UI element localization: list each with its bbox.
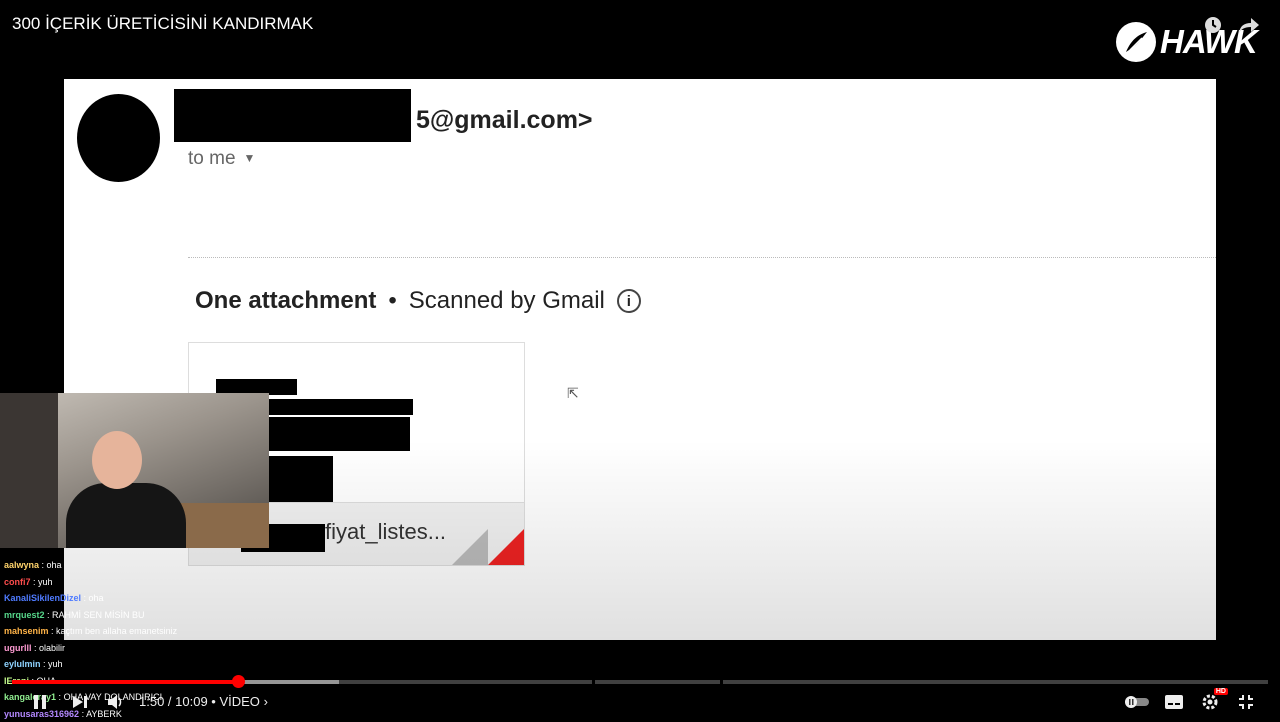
time-display: 1:50 / 10:09 • VİDEO › (139, 694, 268, 709)
chat-separator: : (49, 626, 57, 636)
chat-text: RAHMİ SEN MİSİN BU (52, 610, 145, 620)
autoplay-toggle-icon[interactable] (1123, 691, 1151, 713)
progress-scrubber[interactable] (232, 675, 245, 688)
background-shelf (0, 393, 58, 548)
captions-icon[interactable] (1162, 691, 1186, 713)
share-icon[interactable] (1236, 12, 1262, 38)
sender-avatar (77, 94, 160, 182)
progress-played (12, 680, 238, 684)
chat-text: kaçtım ben allaha emanetsiniz (56, 626, 177, 636)
chat-message: eylulmin : yuh (4, 656, 177, 673)
chat-username: confi7 (4, 577, 31, 587)
time-elapsed: 1:50 / 10:09 (139, 694, 208, 709)
chat-text: yuh (48, 659, 63, 669)
volume-icon[interactable] (104, 690, 128, 714)
page-fold-shadow (452, 529, 488, 565)
chat-separator: : (41, 659, 49, 669)
chat-separator: : (32, 643, 40, 653)
chapter-marker (720, 680, 723, 684)
chat-username: mrquest2 (4, 610, 45, 620)
chapter-label[interactable]: VİDEO (219, 694, 259, 709)
recipient-label: to me (188, 148, 236, 169)
divider (188, 257, 1216, 258)
caret-down-icon[interactable]: ▼ (244, 151, 256, 165)
chapter-marker (592, 680, 595, 684)
chat-separator: : (45, 610, 53, 620)
next-icon[interactable] (68, 690, 92, 714)
video-title: 300 İÇERİK ÜRETİCİSİNİ KANDIRMAK (12, 14, 313, 34)
recipient-line[interactable]: to me ▼ (188, 148, 255, 170)
video-frame[interactable]: 5@gmail.com> to me ▼ One attachment • Sca… (64, 79, 1216, 640)
chat-username: aalwyna (4, 560, 39, 570)
chevron-right-icon[interactable]: › (264, 694, 268, 709)
clock-icon[interactable] (1200, 12, 1226, 38)
chat-message: confi7 : yuh (4, 574, 177, 591)
exit-fullscreen-icon[interactable] (1234, 691, 1258, 713)
chat-text: olabilir (39, 643, 65, 653)
sender-email: 5@gmail.com> (416, 106, 593, 135)
chat-separator: : (31, 577, 39, 587)
scan-status: Scanned by Gmail (409, 287, 605, 315)
hawk-logo-icon (1116, 22, 1156, 62)
progress-bar[interactable] (12, 680, 1268, 684)
attachment-count: One attachment (195, 287, 376, 315)
chat-text: oha (47, 560, 62, 570)
webcam-overlay (0, 393, 269, 548)
chat-message: mrquest2 : RAHMİ SEN MİSİN BU (4, 607, 177, 624)
chat-message: KanaliSikilenDizel : oha (4, 590, 177, 607)
chat-username: eylulmin (4, 659, 41, 669)
chat-username: KanaliSikilenDizel (4, 593, 81, 603)
settings-icon[interactable]: HD (1198, 691, 1222, 713)
chat-message: aalwyna : oha (4, 557, 177, 574)
hd-badge: HD (1214, 688, 1228, 695)
chat-message: mahsenim : kaçtım ben allaha emanetsiniz (4, 623, 177, 640)
pause-icon[interactable] (28, 690, 52, 714)
mouse-cursor-icon: ⇱ (567, 385, 579, 402)
redaction-bar (269, 399, 413, 415)
chat-separator: : (39, 560, 47, 570)
info-icon[interactable]: i (617, 289, 641, 313)
chat-message: ugurlll : olabilir (4, 640, 177, 657)
streamer-body (66, 483, 186, 548)
redaction-bar (174, 89, 411, 142)
top-actions (1200, 12, 1262, 38)
chat-username: ugurlll (4, 643, 32, 653)
attachment-filename: fiyat_listes... (325, 519, 446, 545)
chat-username: mahsenim (4, 626, 49, 636)
redaction-bar (269, 417, 410, 451)
attachment-header: One attachment • Scanned by Gmail i (195, 287, 641, 315)
chat-text: yuh (38, 577, 53, 587)
redaction-bar (269, 456, 333, 505)
chat-text: oha (89, 593, 104, 603)
file-type-corner-icon (488, 529, 524, 565)
separator-dot: • (388, 287, 396, 315)
chat-separator: : (81, 593, 89, 603)
streamer-face (92, 431, 142, 489)
